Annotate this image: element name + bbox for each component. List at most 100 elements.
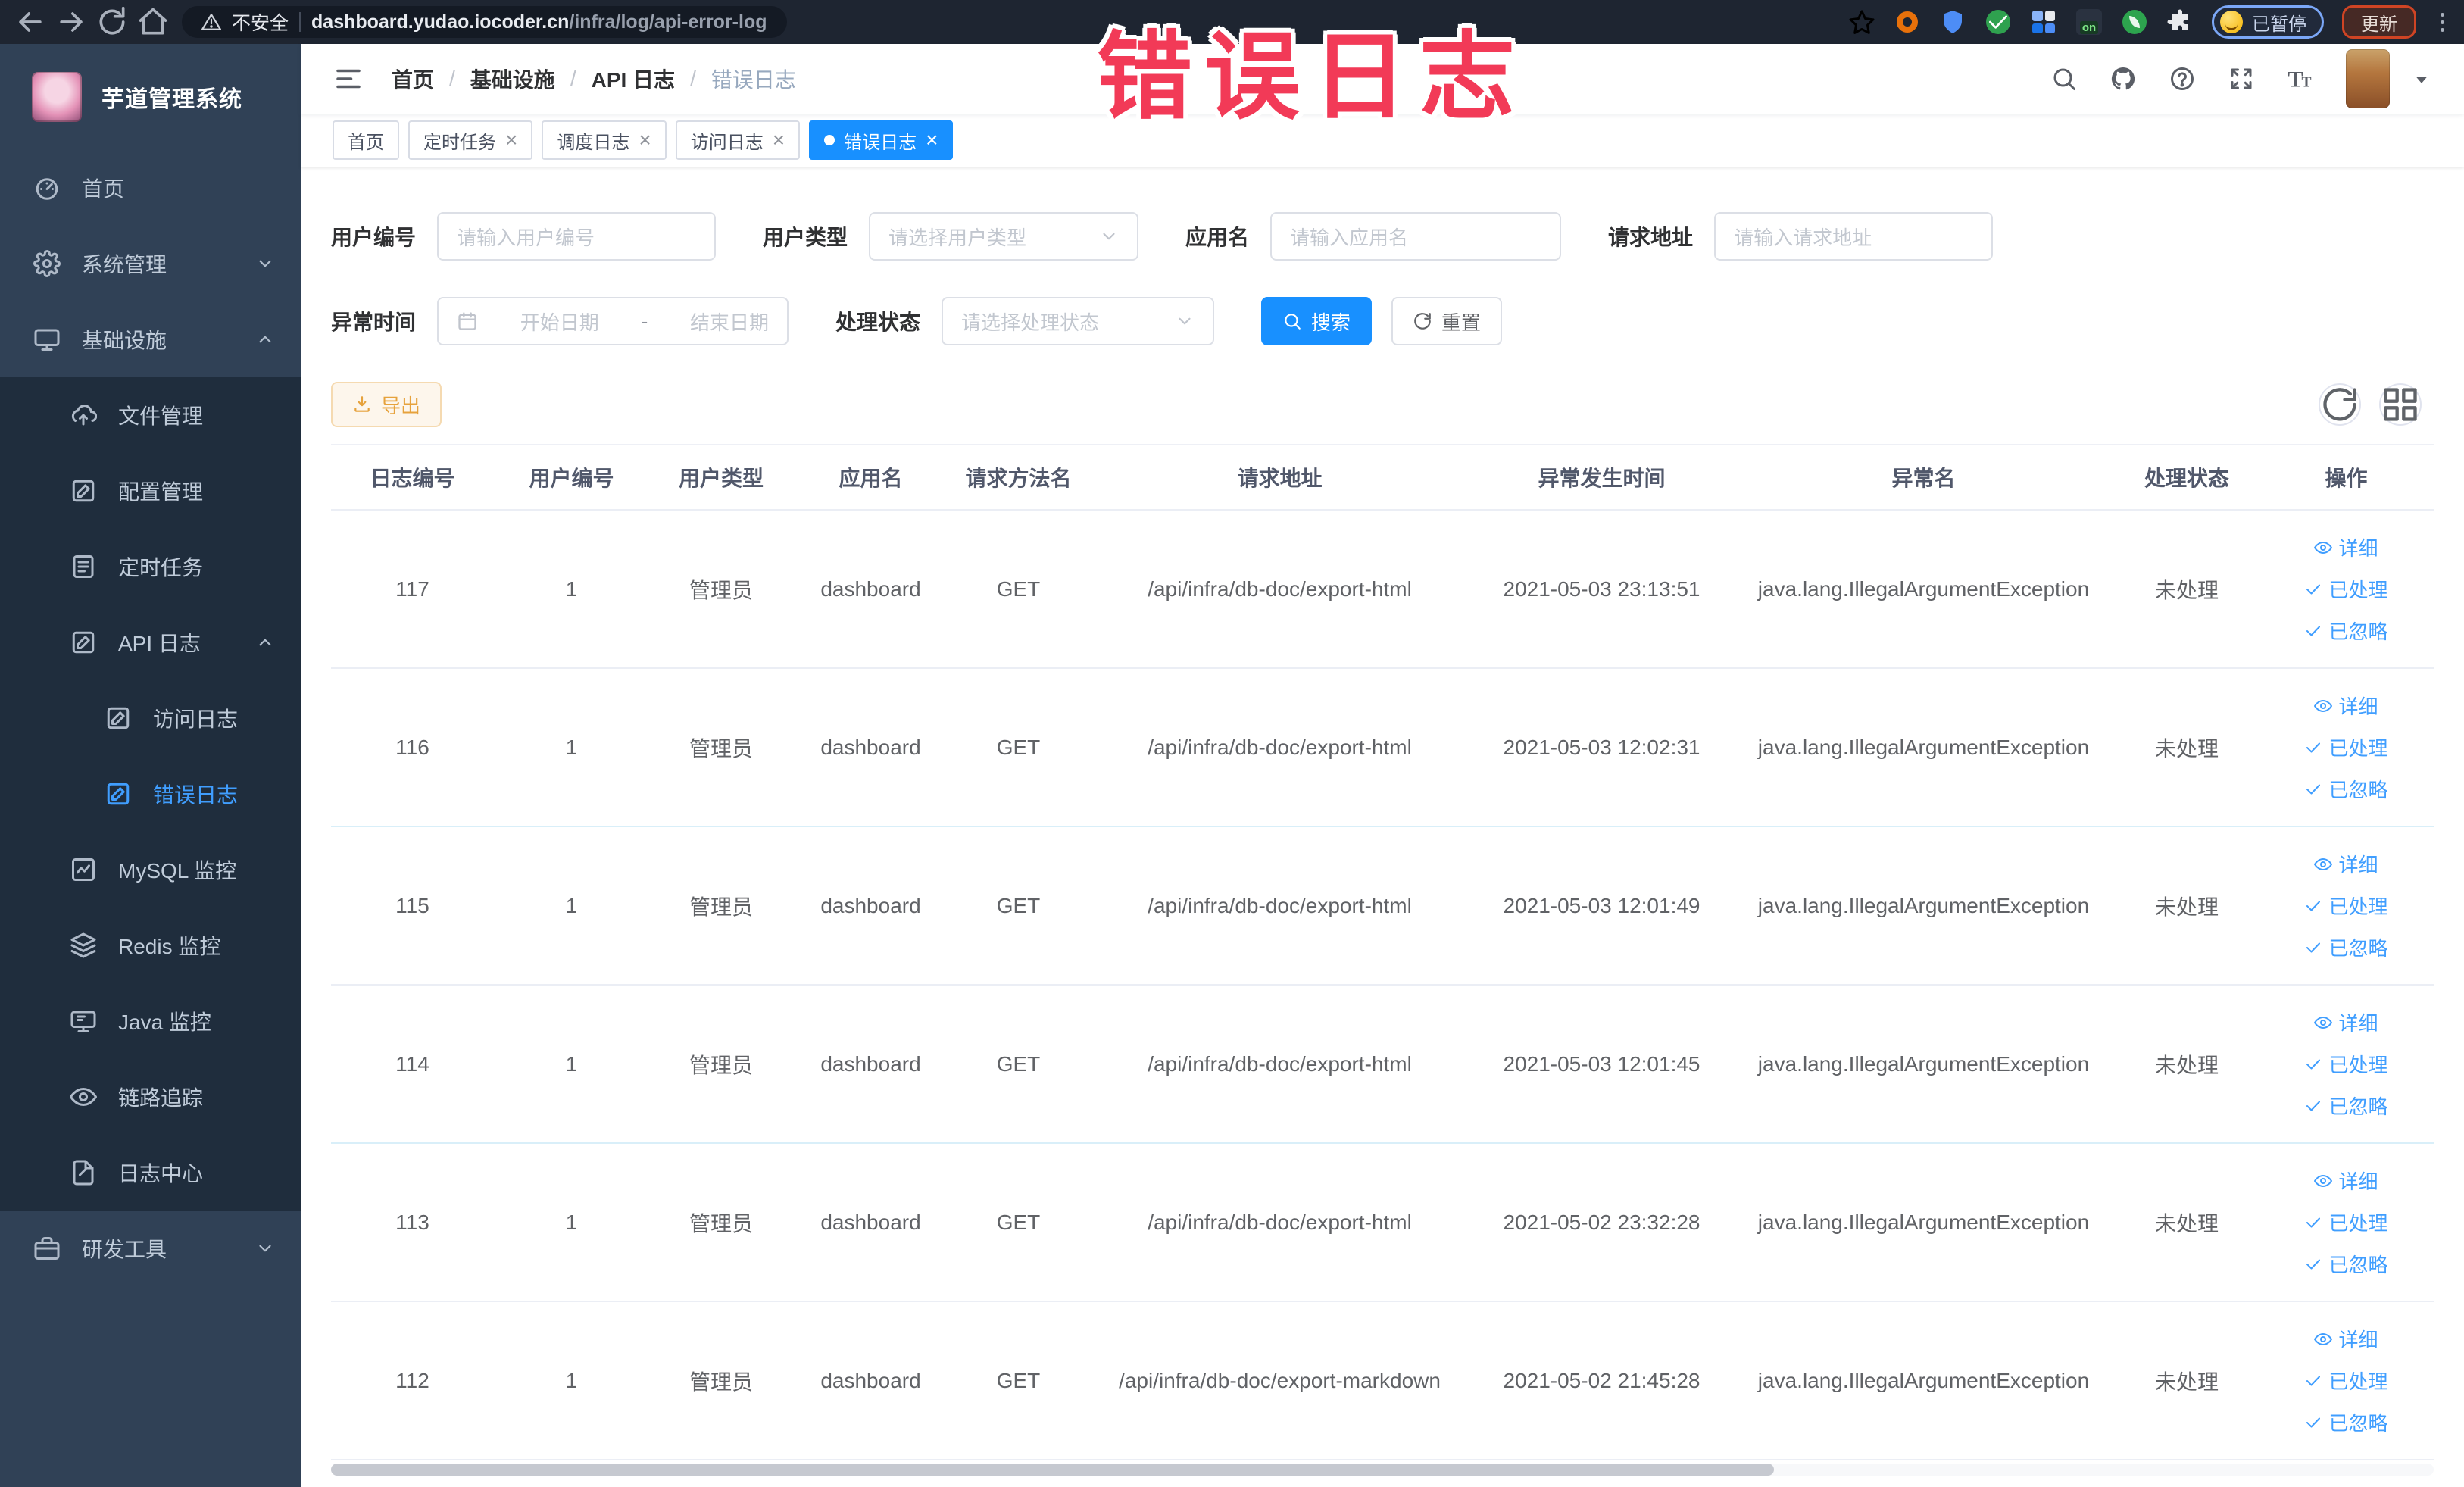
- request-url-input[interactable]: 请输入请求地址: [1714, 212, 1994, 261]
- close-tab-icon[interactable]: ×: [505, 130, 517, 151]
- refresh-table-button[interactable]: [2319, 383, 2361, 426]
- app-name-input[interactable]: 请输入应用名: [1270, 212, 1562, 261]
- browser-home-button[interactable]: [136, 5, 170, 39]
- chevron-down-icon: [1175, 311, 1195, 331]
- horizontal-scrollbar-thumb[interactable]: [331, 1464, 1774, 1476]
- horizontal-scrollbar[interactable]: [331, 1464, 2434, 1476]
- row-action-详细[interactable]: 详细: [2314, 850, 2378, 878]
- table-cell: 管理员: [649, 668, 793, 827]
- sidebar-item-链路追踪[interactable]: 链路追踪: [0, 1059, 301, 1135]
- fullscreen-icon[interactable]: [2228, 65, 2255, 92]
- process-status-select[interactable]: 请选择处理状态: [942, 297, 1215, 345]
- browser-update-button[interactable]: 更新: [2342, 5, 2416, 39]
- breadcrumb-item[interactable]: 基础设施: [470, 64, 555, 94]
- browser-back-button[interactable]: [14, 5, 47, 39]
- address-bar[interactable]: 不安全 dashboard.yudao.iocoder.cn/infra/log…: [182, 6, 787, 38]
- row-action-已忽略[interactable]: 已忽略: [2304, 617, 2388, 645]
- extension-shield-icon[interactable]: [1939, 8, 1966, 36]
- row-action-已忽略[interactable]: 已忽略: [2304, 933, 2388, 961]
- table-row[interactable]: 112 1 管理员 dashboard GET/api/infra/db-doc/exp…: [331, 1301, 2434, 1460]
- extension-on-icon[interactable]: on: [2075, 8, 2103, 36]
- row-action-已处理[interactable]: 已处理: [2304, 733, 2388, 761]
- user-avatar[interactable]: [2346, 49, 2390, 108]
- browser-reload-button[interactable]: [95, 5, 129, 39]
- hamburger-icon[interactable]: [333, 63, 364, 95]
- row-action-已处理[interactable]: 已处理: [2304, 1367, 2388, 1395]
- sidebar-logo[interactable]: 芋道管理系统: [0, 44, 301, 150]
- table-row[interactable]: 114 1 管理员 dashboard GET/api/infra/db-doc/exp…: [331, 985, 2434, 1144]
- close-tab-icon[interactable]: ×: [639, 130, 651, 151]
- sidebar-item-定时任务[interactable]: 定时任务: [0, 529, 301, 604]
- avatar-caret-icon[interactable]: [2411, 68, 2432, 89]
- tab-调度日志[interactable]: 调度日志 ×: [542, 120, 667, 160]
- sidebar-item-错误日志[interactable]: 错误日志: [0, 756, 301, 832]
- sidebar-item-配置管理[interactable]: 配置管理: [0, 453, 301, 529]
- sidebar-item-系统管理[interactable]: 系统管理: [0, 226, 301, 301]
- user-id-input[interactable]: 请输入用户编号: [437, 212, 717, 261]
- sidebar-item-label: 配置管理: [118, 480, 204, 504]
- row-action-详细[interactable]: 详细: [2314, 533, 2378, 561]
- extension-leaf-icon[interactable]: [2121, 8, 2148, 36]
- export-button[interactable]: 导出: [331, 382, 442, 427]
- tab-首页[interactable]: 首页: [333, 120, 399, 160]
- breadcrumb-item[interactable]: API 日志: [592, 64, 675, 94]
- close-tab-icon[interactable]: ×: [773, 130, 785, 151]
- paused-badge[interactable]: 已暂停: [2212, 5, 2324, 39]
- table-cell: 1: [494, 1143, 649, 1302]
- github-icon[interactable]: [2110, 65, 2137, 92]
- table-row[interactable]: 116 1 管理员 dashboard GET/api/infra/db-doc/exp…: [331, 668, 2434, 827]
- font-size-icon[interactable]: TT: [2287, 65, 2314, 92]
- search-icon[interactable]: [2050, 65, 2078, 92]
- sidebar-item-java-监控[interactable]: Java 监控: [0, 983, 301, 1059]
- tab-label: 首页: [348, 132, 384, 153]
- check-icon: [2304, 580, 2322, 598]
- tab-定时任务[interactable]: 定时任务 ×: [408, 120, 533, 160]
- row-action-已忽略[interactable]: 已忽略: [2304, 775, 2388, 803]
- table-row[interactable]: 113 1 管理员 dashboard GET/api/infra/db-doc/exp…: [331, 1143, 2434, 1302]
- row-action-详细[interactable]: 详细: [2314, 1167, 2378, 1195]
- search-button[interactable]: 搜索: [1261, 297, 1373, 345]
- extension-orange-icon[interactable]: [1894, 8, 1921, 36]
- tab-访问日志[interactable]: 访问日志 ×: [675, 120, 801, 160]
- close-tab-icon[interactable]: ×: [926, 130, 938, 151]
- column-settings-button[interactable]: [2379, 383, 2422, 426]
- user-type-select[interactable]: 请选择用户类型: [869, 212, 1139, 261]
- sidebar-item-首页[interactable]: 首页: [0, 150, 301, 226]
- tab-错误日志[interactable]: 错误日志 ×: [809, 120, 954, 160]
- sidebar-item-访问日志[interactable]: 访问日志: [0, 680, 301, 756]
- browser-forward-button[interactable]: [55, 5, 88, 39]
- sidebar-item-日志中心[interactable]: 日志中心: [0, 1135, 301, 1211]
- row-action-详细[interactable]: 详细: [2314, 1008, 2378, 1036]
- row-action-详细[interactable]: 详细: [2314, 1325, 2378, 1353]
- help-icon[interactable]: [2169, 65, 2196, 92]
- sidebar-item-研发工具[interactable]: 研发工具: [0, 1211, 301, 1286]
- sidebar-item-基础设施[interactable]: 基础设施: [0, 301, 301, 377]
- edit-square-icon: [70, 629, 97, 656]
- row-action-已忽略[interactable]: 已忽略: [2304, 1250, 2388, 1278]
- table-cell: 1: [494, 668, 649, 827]
- row-action-已处理[interactable]: 已处理: [2304, 575, 2388, 603]
- row-action-已忽略[interactable]: 已忽略: [2304, 1408, 2388, 1436]
- sidebar-item-mysql-监控[interactable]: MySQL 监控: [0, 832, 301, 908]
- edit-square-icon: [105, 780, 132, 808]
- table-row[interactable]: 117 1 管理员 dashboard GET/api/infra/db-doc/exp…: [331, 510, 2434, 669]
- row-action-已处理[interactable]: 已处理: [2304, 892, 2388, 920]
- extension-grid-icon[interactable]: [2030, 8, 2057, 36]
- bookmark-star-icon[interactable]: [1848, 8, 1875, 36]
- table-row[interactable]: 115 1 管理员 dashboard GET/api/infra/db-doc/exp…: [331, 826, 2434, 986]
- row-action-已忽略[interactable]: 已忽略: [2304, 1092, 2388, 1120]
- chevron-down-icon: [255, 254, 275, 273]
- sidebar-item-文件管理[interactable]: 文件管理: [0, 377, 301, 453]
- row-action-已处理[interactable]: 已处理: [2304, 1208, 2388, 1236]
- sidebar-item-redis-监控[interactable]: Redis 监控: [0, 908, 301, 983]
- row-action-详细[interactable]: 详细: [2314, 692, 2378, 720]
- browser-menu-icon[interactable]: [2434, 12, 2450, 32]
- extension-check-icon[interactable]: [1985, 8, 2012, 36]
- row-action-已处理[interactable]: 已处理: [2304, 1050, 2388, 1078]
- extensions-puzzle-icon[interactable]: [2166, 8, 2194, 36]
- table-cell: 116: [331, 668, 494, 827]
- breadcrumb-item[interactable]: 首页: [392, 64, 434, 94]
- reset-button[interactable]: 重置: [1391, 297, 1503, 345]
- sidebar-item-api-日志[interactable]: API 日志: [0, 604, 301, 680]
- exception-time-range-picker[interactable]: 开始日期 - 结束日期: [437, 297, 789, 345]
